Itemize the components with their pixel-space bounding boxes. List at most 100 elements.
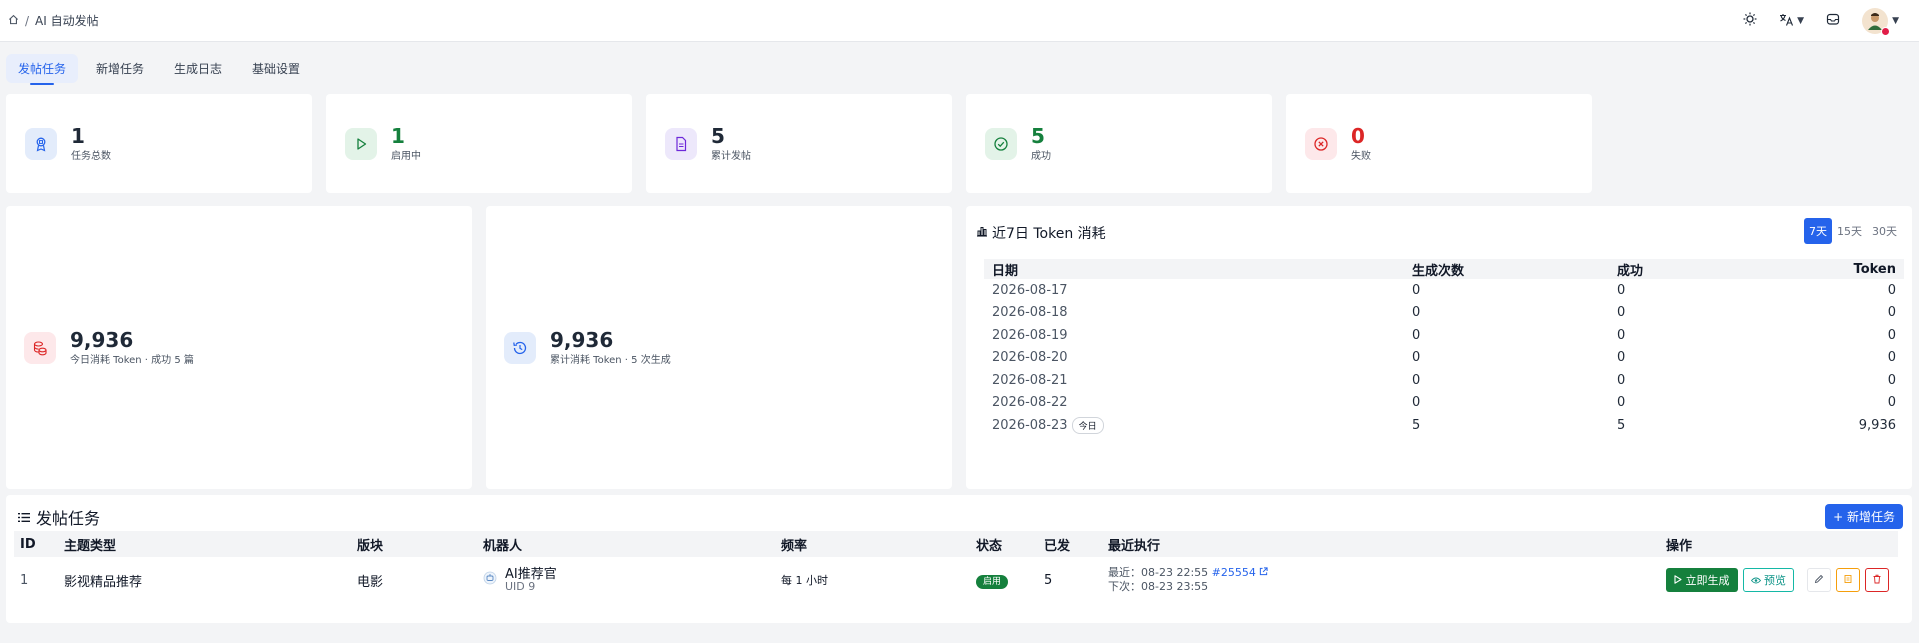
task-list-title-text: 发帖任务: [36, 509, 101, 528]
next-run-label: 下次：: [1108, 580, 1141, 593]
stat-label: 任务总数: [71, 150, 111, 162]
task-list-title: 发帖任务: [18, 505, 100, 529]
last-run-label: 最近：: [1108, 566, 1141, 579]
cell-success: 0: [1617, 350, 1626, 366]
language-switcher[interactable]: ▼: [1779, 13, 1804, 29]
delete-button[interactable]: [1865, 568, 1889, 592]
bot-name: AI推荐官: [505, 566, 557, 582]
edit-button[interactable]: [1807, 568, 1831, 592]
stat-value: 1: [391, 123, 405, 148]
table-row: 2026-08-20 0 0 0: [984, 347, 1904, 370]
document-icon: [665, 127, 697, 160]
cell-count: 5: [1412, 417, 1421, 433]
cell-last-run: 最近：08-23 22:55 #25554 下次：08-23 23:55: [1102, 557, 1660, 603]
history-icon: [504, 331, 536, 364]
tab-post-tasks[interactable]: 发帖任务: [6, 54, 79, 85]
table-row: 2026-08-23 今日 5 5 9,936: [984, 414, 1904, 437]
cell-token: 0: [1887, 350, 1896, 366]
cell-bot: AI推荐官 UID 9: [477, 557, 775, 603]
col-status: 状态: [970, 531, 1038, 557]
table-row: 2026-08-21 0 0 0: [984, 369, 1904, 392]
edit-icon: [1814, 573, 1824, 588]
play-icon: [1674, 574, 1682, 587]
cell-board: 电影: [357, 574, 384, 590]
col-id: ID: [14, 531, 58, 557]
cell-token: 9,936: [1858, 417, 1896, 433]
check-circle-icon: [985, 127, 1017, 160]
chevron-down-icon: ▼: [1892, 15, 1899, 26]
stat-card-failed: 0 失败: [1286, 94, 1592, 193]
today-badge: 今日: [1071, 416, 1104, 434]
stat-label: 成功: [1031, 150, 1051, 162]
eye-icon: [1750, 574, 1761, 587]
cell-posted: 5: [1044, 572, 1053, 588]
col-count: 生成次数: [1404, 259, 1609, 279]
next-run-time: 08-23 23:55: [1141, 580, 1209, 593]
cell-frequency: 每 1 小时: [781, 574, 828, 587]
breadcrumb: / AI 自动发帖: [8, 12, 99, 29]
panel-title: 近7日 Token 消耗: [976, 223, 1106, 243]
tab-add-task[interactable]: 新增任务: [84, 54, 156, 83]
cell-token: 0: [1887, 372, 1896, 388]
chevron-down-icon: ▼: [1797, 15, 1805, 26]
last-run-time: 08-23 22:55: [1141, 566, 1209, 579]
translate-icon: [1779, 13, 1794, 29]
stat-value: 0: [1351, 123, 1365, 148]
bot-info[interactable]: AI推荐官 UID 9: [483, 568, 769, 593]
home-icon[interactable]: [8, 14, 19, 28]
add-task-button[interactable]: + 新增任务: [1825, 504, 1903, 529]
cell-date: 2026-08-20: [992, 350, 1068, 366]
stat-card-enabled: 1 启用中: [326, 94, 632, 193]
last-run-line: 最近：08-23 22:55 #25554: [1108, 566, 1654, 580]
token-today-card: 9,936 今日消耗 Token · 成功 5 篇: [6, 206, 472, 489]
cell-date: 2026-08-18: [992, 305, 1068, 321]
token-total-label: 累计消耗 Token · 5 次生成: [550, 354, 671, 366]
task-list-panel: 发帖任务 + 新增任务 ID 主题类型 版块 机器人 频率 状态 已发 最近执行…: [6, 495, 1912, 623]
col-actions: 操作: [1660, 531, 1898, 557]
breadcrumb-current: AI 自动发帖: [35, 14, 99, 28]
generate-now-button[interactable]: 立即生成: [1666, 568, 1738, 592]
col-topic: 主题类型: [58, 531, 351, 557]
preview-button[interactable]: 预览: [1742, 568, 1794, 592]
preview-label: 预览: [1764, 574, 1786, 587]
cell-id: 1: [20, 572, 29, 588]
range-7-days[interactable]: 7天: [1804, 218, 1832, 244]
avatar: [1862, 7, 1891, 36]
tab-basic-settings[interactable]: 基础设置: [240, 54, 312, 83]
user-menu[interactable]: ▼: [1862, 7, 1899, 36]
range-15-days[interactable]: 15天: [1832, 218, 1867, 244]
cell-date: 2026-08-17: [992, 282, 1068, 298]
tab-generation-log[interactable]: 生成日志: [162, 54, 234, 83]
inbox-icon[interactable]: [1826, 12, 1840, 29]
col-token: Token: [1759, 259, 1904, 279]
cell-date: 2026-08-21: [992, 372, 1068, 388]
top-bar: / AI 自动发帖 ▼ ▼: [0, 0, 1919, 42]
stat-value: 5: [1031, 123, 1045, 148]
col-success: 成功: [1609, 259, 1759, 279]
theme-toggle-icon[interactable]: [1743, 12, 1757, 29]
col-date: 日期: [984, 259, 1404, 279]
col-posted: 已发: [1038, 531, 1102, 557]
copy-icon: [1843, 573, 1853, 588]
range-30-days[interactable]: 30天: [1867, 218, 1902, 244]
cell-success: 0: [1617, 395, 1626, 411]
stat-label: 启用中: [391, 150, 421, 162]
cell-date: 2026-08-22: [992, 395, 1068, 411]
table-header-row: ID 主题类型 版块 机器人 频率 状态 已发 最近执行 操作: [14, 531, 1898, 557]
external-link-icon: [1259, 566, 1268, 579]
col-bot: 机器人: [477, 531, 775, 557]
post-link[interactable]: #25554: [1212, 566, 1269, 579]
token-today-value: 9,936: [70, 327, 134, 352]
copy-button[interactable]: [1836, 568, 1860, 592]
stat-card-success: 5 成功: [966, 94, 1272, 193]
table-row: 2026-08-17 0 0 0: [984, 279, 1904, 302]
cell-token: 0: [1887, 327, 1896, 343]
stat-value: 5: [711, 123, 725, 148]
cell-topic: 影视精品推荐: [64, 574, 143, 590]
table-row: 2026-08-18 0 0 0: [984, 302, 1904, 325]
breadcrumb-separator: /: [25, 13, 30, 28]
task-table: ID 主题类型 版块 机器人 频率 状态 已发 最近执行 操作 1 影视精品推荐…: [14, 531, 1898, 603]
cell-token: 0: [1887, 282, 1896, 298]
notification-badge: [1881, 26, 1891, 36]
list-icon: [18, 508, 30, 527]
